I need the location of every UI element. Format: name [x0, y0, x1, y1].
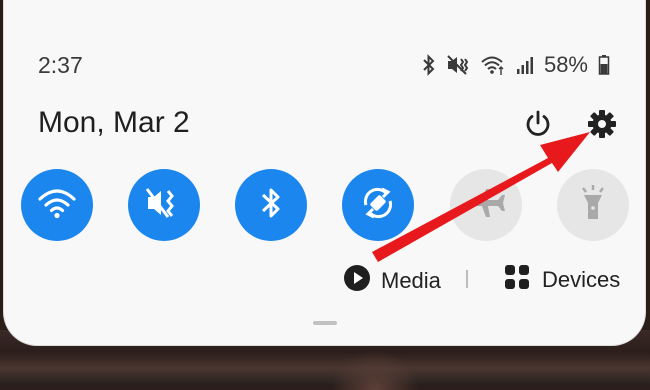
- tile-flashlight[interactable]: [557, 169, 629, 241]
- mute-vibrate-icon: [144, 185, 184, 226]
- tile-auto-rotate[interactable]: [342, 169, 414, 241]
- bluetooth-icon: [422, 54, 436, 76]
- media-devices-divider: [466, 270, 468, 288]
- status-time: 2:37: [38, 52, 83, 78]
- devices-button[interactable]: Devices: [504, 264, 620, 295]
- status-icons: 58%: [422, 50, 610, 80]
- rotate-icon: [358, 183, 398, 228]
- play-icon: [343, 264, 371, 297]
- gear-icon: [586, 110, 618, 144]
- battery-icon: [598, 54, 610, 76]
- power-button[interactable]: [522, 108, 554, 140]
- wifi-icon: [480, 54, 506, 76]
- media-devices-row: Media Devices: [0, 262, 650, 298]
- flashlight-icon: [578, 183, 608, 228]
- devices-label: Devices: [542, 266, 621, 292]
- tile-airplane-mode[interactable]: [450, 169, 522, 241]
- panel-drag-handle[interactable]: [313, 321, 337, 325]
- wifi-icon: [37, 186, 77, 225]
- signal-icon: [516, 54, 534, 76]
- power-icon: [522, 110, 554, 144]
- media-button[interactable]: Media: [343, 264, 441, 297]
- tile-sound-mute[interactable]: [128, 169, 200, 241]
- media-label: Media: [381, 267, 441, 293]
- date-label: Mon, Mar 2: [38, 106, 190, 139]
- devices-grid-icon: [504, 264, 530, 295]
- tile-bluetooth[interactable]: [235, 169, 307, 241]
- vibrate-mute-icon: [446, 54, 470, 76]
- tile-wifi[interactable]: [21, 169, 93, 241]
- battery-percent: 58%: [543, 52, 588, 77]
- bluetooth-icon: [259, 185, 283, 226]
- settings-button[interactable]: [586, 108, 618, 140]
- airplane-icon: [466, 185, 506, 226]
